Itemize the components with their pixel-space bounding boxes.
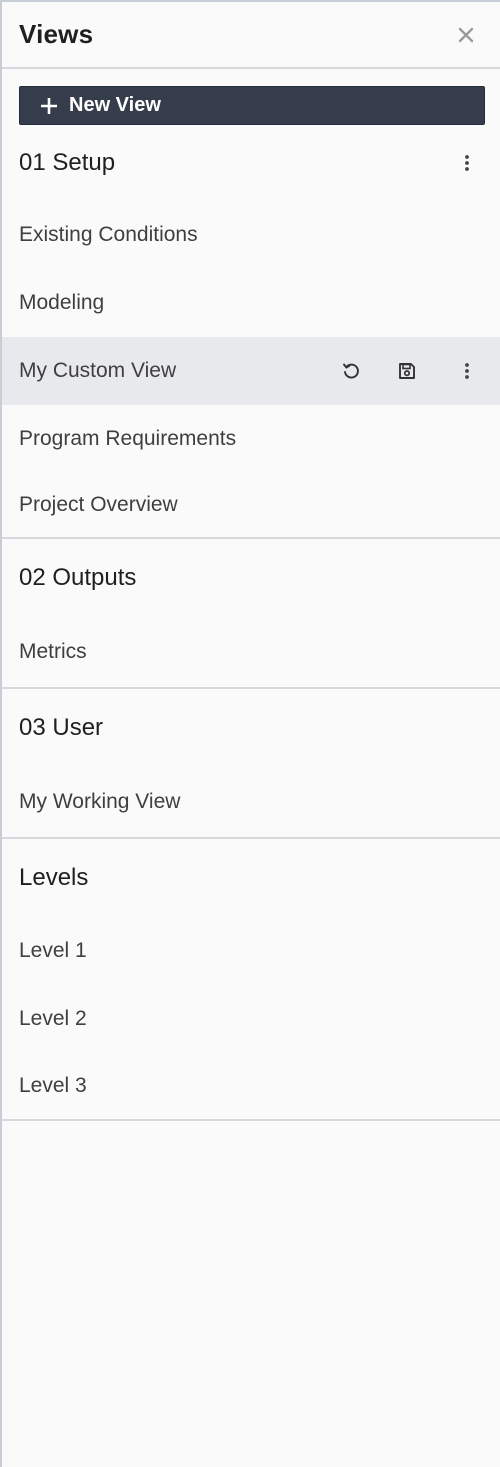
save-icon[interactable] — [397, 361, 417, 381]
group-setup: 01 Setup Existing Conditions Modeling My… — [2, 125, 500, 539]
view-item-actions — [341, 361, 470, 381]
view-item-label: Level 2 — [19, 1007, 87, 1030]
view-item-project-overview[interactable]: Project Overview — [2, 473, 500, 537]
view-item-label: Modeling — [19, 291, 105, 314]
view-item-label: Level 3 — [19, 1074, 87, 1097]
view-item-label: My Custom View — [19, 359, 177, 382]
new-view-wrap: New View — [2, 69, 500, 125]
view-item-label: My Working View — [19, 790, 181, 813]
reset-icon[interactable] — [341, 361, 361, 381]
view-item-metrics[interactable]: Metrics — [2, 617, 500, 687]
view-item-my-working-view[interactable]: My Working View — [2, 767, 500, 837]
new-view-button[interactable]: New View — [19, 86, 485, 125]
panel-header: Views — [2, 2, 500, 69]
view-item-label: Program Requirements — [19, 427, 237, 450]
group-user: 03 User My Working View — [2, 689, 500, 839]
group-header: Levels — [2, 839, 500, 917]
more-vertical-icon[interactable] — [464, 362, 470, 380]
view-item-existing-conditions[interactable]: Existing Conditions — [2, 201, 500, 269]
more-vertical-icon[interactable] — [464, 154, 470, 172]
group-header: 03 User — [2, 689, 500, 767]
group-title: 02 Outputs — [19, 564, 137, 591]
view-item-level-1[interactable]: Level 1 — [2, 917, 500, 985]
view-item-label: Project Overview — [19, 493, 178, 516]
group-levels: Levels Level 1 Level 2 Level 3 — [2, 839, 500, 1121]
view-item-label: Level 1 — [19, 939, 87, 962]
view-item-my-custom-view[interactable]: My Custom View — [2, 337, 500, 405]
group-header: 02 Outputs — [2, 539, 500, 617]
new-view-label: New View — [69, 94, 161, 116]
group-title: 03 User — [19, 714, 104, 741]
close-icon[interactable] — [454, 23, 478, 47]
group-header: 01 Setup — [2, 125, 500, 201]
group-title: 01 Setup — [19, 149, 116, 176]
group-title: Levels — [19, 864, 89, 891]
view-item-label: Metrics — [19, 640, 87, 663]
group-outputs: 02 Outputs Metrics — [2, 539, 500, 689]
view-item-level-3[interactable]: Level 3 — [2, 1053, 500, 1119]
view-item-program-requirements[interactable]: Program Requirements — [2, 405, 500, 473]
view-item-modeling[interactable]: Modeling — [2, 269, 500, 337]
view-item-label: Existing Conditions — [19, 223, 198, 246]
views-panel: Views New View 01 Setup Existing Conditi… — [0, 0, 500, 1467]
view-item-level-2[interactable]: Level 2 — [2, 985, 500, 1053]
plus-icon — [39, 96, 59, 116]
panel-title: Views — [19, 19, 94, 49]
